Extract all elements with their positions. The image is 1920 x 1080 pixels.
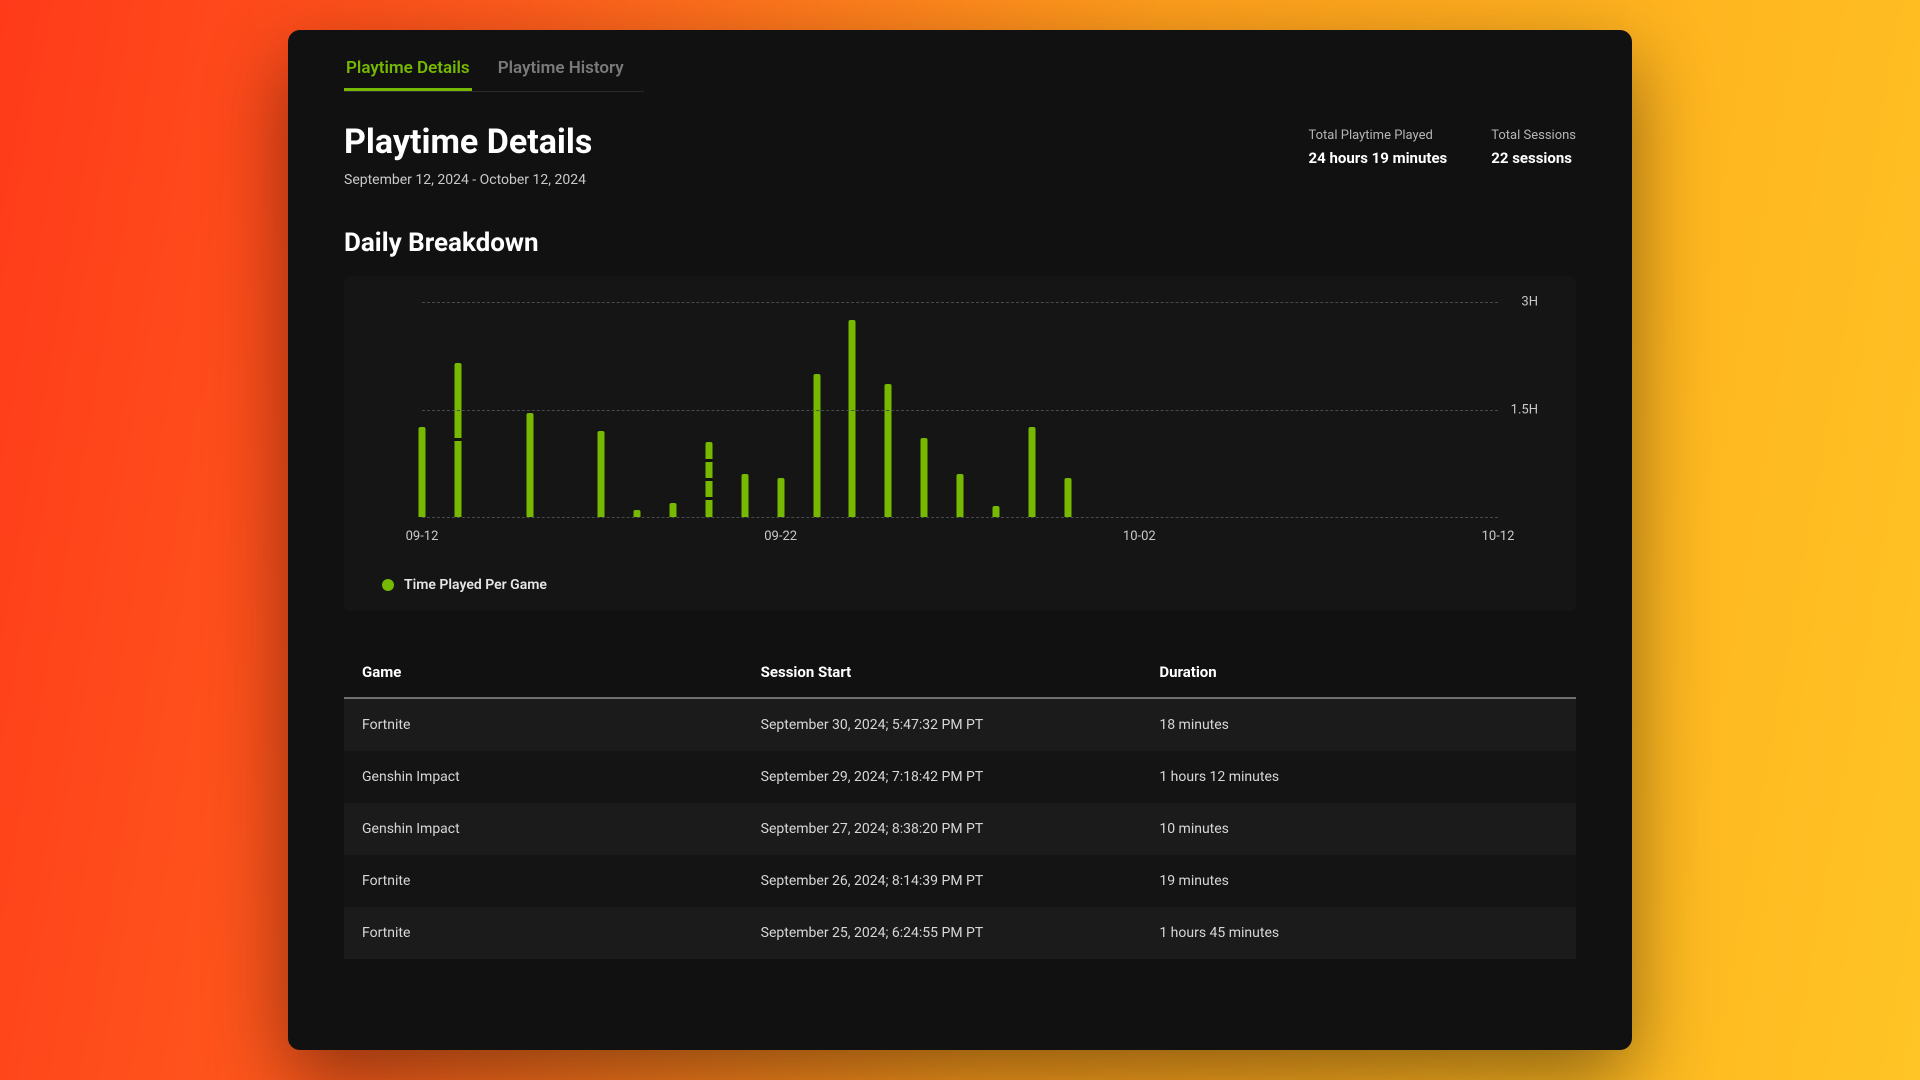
chart-bar [1028,427,1035,517]
chart-bar [885,384,892,517]
cell-duration: 1 hours 12 minutes [1159,769,1558,785]
col-duration: Duration [1159,663,1558,681]
legend-label: Time Played Per Game [404,577,547,593]
section-title-daily-breakdown: Daily Breakdown [344,228,1576,258]
chart-card: 1.5H3H 09-1209-2210-0210-12 Time Played … [344,276,1576,611]
chart-bar [741,474,748,517]
chart-bar [777,478,784,517]
tab-playtime-details[interactable]: Playtime Details [344,50,472,91]
cell-game: Genshin Impact [362,769,761,785]
cell-start: September 30, 2024; 5:47:32 PM PT [761,717,1160,733]
cell-duration: 19 minutes [1159,873,1558,889]
chart-ytick: 3H [1521,295,1538,310]
tab-bar: Playtime Details Playtime History [344,50,1576,92]
page-header-stats: Total Playtime Played 24 hours 19 minute… [1309,122,1576,167]
cell-game: Fortnite [362,925,761,941]
cell-start: September 26, 2024; 8:14:39 PM PT [761,873,1160,889]
date-range: September 12, 2024 - October 12, 2024 [344,172,592,188]
chart-bar [1064,478,1071,517]
stat-total-sessions-value: 22 sessions [1491,149,1576,167]
chart-bar [921,438,928,517]
chart-bar [454,363,461,517]
table-row[interactable]: FortniteSeptember 25, 2024; 6:24:55 PM P… [344,907,1576,959]
chart-xtick: 10-02 [1123,529,1156,544]
cell-duration: 1 hours 45 minutes [1159,925,1558,941]
app-panel: Playtime Details Playtime History Playti… [288,30,1632,1050]
chart-bar [992,506,999,517]
cell-duration: 18 minutes [1159,717,1558,733]
cell-duration: 10 minutes [1159,821,1558,837]
table-row[interactable]: FortniteSeptember 30, 2024; 5:47:32 PM P… [344,699,1576,751]
chart-bar [849,320,856,517]
chart-gridline [422,302,1498,303]
cell-game: Fortnite [362,873,761,889]
table-row[interactable]: FortniteSeptember 26, 2024; 8:14:39 PM P… [344,855,1576,907]
stat-total-playtime-label: Total Playtime Played [1309,128,1448,143]
table-body: FortniteSeptember 30, 2024; 5:47:32 PM P… [344,699,1576,959]
cell-start: September 25, 2024; 6:24:55 PM PT [761,925,1160,941]
chart-bar [705,442,712,517]
page-title: Playtime Details [344,122,592,162]
tab-playtime-history[interactable]: Playtime History [496,50,626,91]
chart-gridline [422,410,1498,411]
chart-area: 1.5H3H [382,302,1538,517]
chart-bar [957,474,964,517]
table-row[interactable]: Genshin ImpactSeptember 27, 2024; 8:38:2… [344,803,1576,855]
sessions-table: Game Session Start Duration FortniteSept… [344,647,1576,959]
chart-baseline [422,517,1498,518]
chart-legend: Time Played Per Game [382,577,1538,593]
stat-total-playtime: Total Playtime Played 24 hours 19 minute… [1309,128,1448,167]
chart-xtick: 09-12 [406,529,439,544]
chart-xtick: 10-12 [1482,529,1515,544]
chart-xtick: 09-22 [764,529,797,544]
chart-bar [670,503,677,517]
cell-game: Fortnite [362,717,761,733]
stat-total-playtime-value: 24 hours 19 minutes [1309,149,1448,167]
table-row[interactable]: Genshin ImpactSeptember 29, 2024; 7:18:4… [344,751,1576,803]
chart-bar [598,431,605,517]
stat-total-sessions-label: Total Sessions [1491,128,1576,143]
chart-bar [813,374,820,517]
col-session-start: Session Start [761,663,1160,681]
cell-start: September 27, 2024; 8:38:20 PM PT [761,821,1160,837]
legend-dot-icon [382,579,394,591]
page-header-left: Playtime Details September 12, 2024 - Oc… [344,122,592,188]
chart-bar [419,427,426,517]
cell-start: September 29, 2024; 7:18:42 PM PT [761,769,1160,785]
cell-game: Genshin Impact [362,821,761,837]
chart-bar [526,413,533,517]
stat-total-sessions: Total Sessions 22 sessions [1491,128,1576,167]
chart-bar [634,510,641,517]
page-header: Playtime Details September 12, 2024 - Oc… [344,122,1576,188]
chart-ytick: 1.5H [1511,402,1538,417]
table-header: Game Session Start Duration [344,647,1576,699]
tabs-underline [344,91,644,92]
col-game: Game [362,663,761,681]
chart-xaxis: 09-12 09-22 10-02 10-12 [382,523,1538,551]
